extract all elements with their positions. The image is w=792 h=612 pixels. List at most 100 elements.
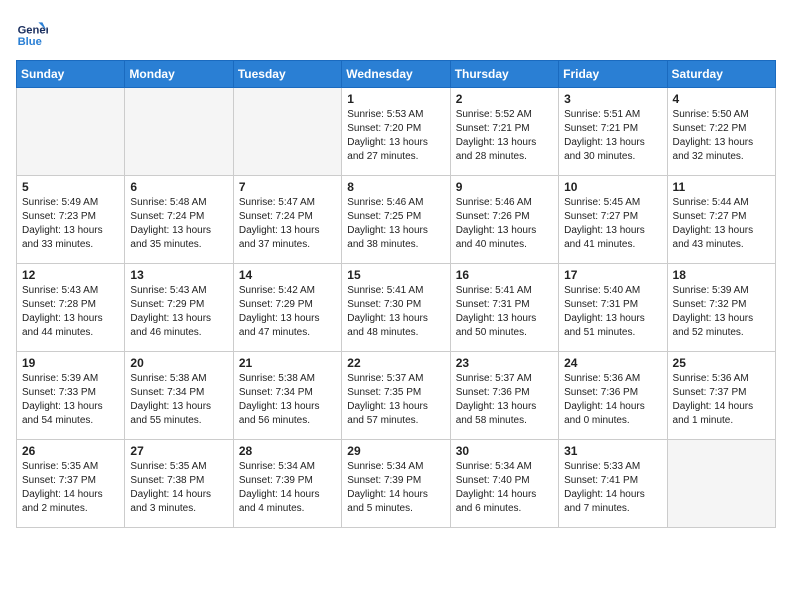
day-number: 5	[22, 180, 119, 194]
weekday-header-sunday: Sunday	[17, 61, 125, 88]
day-number: 10	[564, 180, 661, 194]
svg-text:Blue: Blue	[18, 36, 42, 48]
day-number: 23	[456, 356, 553, 370]
weekday-header-saturday: Saturday	[667, 61, 775, 88]
day-number: 26	[22, 444, 119, 458]
calendar-cell: 30Sunrise: 5:34 AM Sunset: 7:40 PM Dayli…	[450, 440, 558, 528]
day-number: 20	[130, 356, 227, 370]
day-number: 14	[239, 268, 336, 282]
day-number: 11	[673, 180, 770, 194]
day-number: 9	[456, 180, 553, 194]
day-number: 12	[22, 268, 119, 282]
calendar-week-row: 26 Sunrise: 5:35 AM Sunset: 7:37 PM Dayli…	[17, 440, 776, 528]
calendar-cell	[125, 88, 233, 176]
day-info: Sunrise: 5:38 AM Sunset: 7:34 PM Dayligh…	[239, 372, 336, 428]
calendar-cell: 2 Sunrise: 5:52 AM Sunset: 7:21 PM Daylig…	[450, 88, 558, 176]
day-info: Sunrise: 5:46 AM Sunset: 7:26 PM Dayligh…	[456, 196, 553, 252]
day-number: 15	[347, 268, 444, 282]
calendar-cell: 21 Sunrise: 5:38 AM Sunset: 7:34 PM Dayli…	[233, 352, 341, 440]
calendar-week-row: 5 Sunrise: 5:49 AM Sunset: 7:23 PM Daylig…	[17, 176, 776, 264]
day-info: Sunrise: 5:43 AM Sunset: 7:29 PM Dayligh…	[130, 284, 227, 340]
day-info: Sunrise: 5:44 AM Sunset: 7:27 PM Dayligh…	[673, 196, 770, 252]
calendar-cell: 14 Sunrise: 5:42 AM Sunset: 7:29 PM Dayli…	[233, 264, 341, 352]
weekday-header-tuesday: Tuesday	[233, 61, 341, 88]
calendar-cell: 26 Sunrise: 5:35 AM Sunset: 7:37 PM Dayli…	[17, 440, 125, 528]
calendar-cell: 12 Sunrise: 5:43 AM Sunset: 7:28 PM Dayli…	[17, 264, 125, 352]
calendar-cell: 4Sunrise: 5:50 AM Sunset: 7:22 PM Daylig…	[667, 88, 775, 176]
calendar-cell: 9 Sunrise: 5:46 AM Sunset: 7:26 PM Daylig…	[450, 176, 558, 264]
calendar-cell: 23 Sunrise: 5:37 AM Sunset: 7:36 PM Dayli…	[450, 352, 558, 440]
day-number: 18	[673, 268, 770, 282]
day-number: 2	[456, 92, 553, 106]
page-header: General Blue	[16, 16, 776, 48]
weekday-header-monday: Monday	[125, 61, 233, 88]
day-number: 1	[347, 92, 444, 106]
calendar-cell: 25 Sunrise: 5:36 AM Sunset: 7:37 PM Dayli…	[667, 352, 775, 440]
day-number: 19	[22, 356, 119, 370]
day-info: Sunrise: 5:47 AM Sunset: 7:24 PM Dayligh…	[239, 196, 336, 252]
calendar-cell: 8 Sunrise: 5:46 AM Sunset: 7:25 PM Daylig…	[342, 176, 450, 264]
day-number: 3	[564, 92, 661, 106]
calendar-cell: 18 Sunrise: 5:39 AM Sunset: 7:32 PM Dayli…	[667, 264, 775, 352]
day-info: Sunrise: 5:51 AM Sunset: 7:21 PM Dayligh…	[564, 108, 661, 164]
day-number: 22	[347, 356, 444, 370]
day-info: Sunrise: 5:52 AM Sunset: 7:21 PM Dayligh…	[456, 108, 553, 164]
calendar-cell: 11 Sunrise: 5:44 AM Sunset: 7:27 PM Dayli…	[667, 176, 775, 264]
day-number: 28	[239, 444, 336, 458]
calendar-cell	[667, 440, 775, 528]
day-info: Sunrise: 5:46 AM Sunset: 7:25 PM Dayligh…	[347, 196, 444, 252]
calendar-cell: 29Sunrise: 5:34 AM Sunset: 7:39 PM Dayli…	[342, 440, 450, 528]
calendar-cell: 27 Sunrise: 5:35 AM Sunset: 7:38 PM Dayli…	[125, 440, 233, 528]
day-info: Sunrise: 5:34 AM Sunset: 7:39 PM Dayligh…	[347, 460, 444, 516]
day-info: Sunrise: 5:39 AM Sunset: 7:32 PM Dayligh…	[673, 284, 770, 340]
calendar-cell: 19Sunrise: 5:39 AM Sunset: 7:33 PM Dayli…	[17, 352, 125, 440]
weekday-header-wednesday: Wednesday	[342, 61, 450, 88]
day-info: Sunrise: 5:34 AM Sunset: 7:39 PM Dayligh…	[239, 460, 336, 516]
calendar-cell: 17 Sunrise: 5:40 AM Sunset: 7:31 PM Dayli…	[559, 264, 667, 352]
weekday-header-row: SundayMondayTuesdayWednesdayThursdayFrid…	[17, 61, 776, 88]
calendar-cell: 22 Sunrise: 5:37 AM Sunset: 7:35 PM Dayli…	[342, 352, 450, 440]
calendar-cell: 15 Sunrise: 5:41 AM Sunset: 7:30 PM Dayli…	[342, 264, 450, 352]
day-number: 27	[130, 444, 227, 458]
day-info: Sunrise: 5:42 AM Sunset: 7:29 PM Dayligh…	[239, 284, 336, 340]
weekday-header-thursday: Thursday	[450, 61, 558, 88]
day-number: 16	[456, 268, 553, 282]
day-number: 8	[347, 180, 444, 194]
calendar-cell	[233, 88, 341, 176]
calendar-table: SundayMondayTuesdayWednesdayThursdayFrid…	[16, 60, 776, 528]
day-info: Sunrise: 5:40 AM Sunset: 7:31 PM Dayligh…	[564, 284, 661, 340]
logo: General Blue	[16, 16, 54, 48]
calendar-cell	[17, 88, 125, 176]
day-info: Sunrise: 5:41 AM Sunset: 7:31 PM Dayligh…	[456, 284, 553, 340]
day-number: 7	[239, 180, 336, 194]
weekday-header-friday: Friday	[559, 61, 667, 88]
calendar-week-row: 1 Sunrise: 5:53 AM Sunset: 7:20 PM Daylig…	[17, 88, 776, 176]
calendar-week-row: 19Sunrise: 5:39 AM Sunset: 7:33 PM Dayli…	[17, 352, 776, 440]
day-info: Sunrise: 5:36 AM Sunset: 7:36 PM Dayligh…	[564, 372, 661, 428]
day-info: Sunrise: 5:48 AM Sunset: 7:24 PM Dayligh…	[130, 196, 227, 252]
day-info: Sunrise: 5:49 AM Sunset: 7:23 PM Dayligh…	[22, 196, 119, 252]
day-info: Sunrise: 5:41 AM Sunset: 7:30 PM Dayligh…	[347, 284, 444, 340]
day-info: Sunrise: 5:37 AM Sunset: 7:35 PM Dayligh…	[347, 372, 444, 428]
day-number: 21	[239, 356, 336, 370]
day-info: Sunrise: 5:37 AM Sunset: 7:36 PM Dayligh…	[456, 372, 553, 428]
day-info: Sunrise: 5:53 AM Sunset: 7:20 PM Dayligh…	[347, 108, 444, 164]
day-number: 6	[130, 180, 227, 194]
day-info: Sunrise: 5:50 AM Sunset: 7:22 PM Dayligh…	[673, 108, 770, 164]
day-info: Sunrise: 5:35 AM Sunset: 7:37 PM Dayligh…	[22, 460, 119, 516]
calendar-cell: 28 Sunrise: 5:34 AM Sunset: 7:39 PM Dayli…	[233, 440, 341, 528]
calendar-cell: 3 Sunrise: 5:51 AM Sunset: 7:21 PM Daylig…	[559, 88, 667, 176]
day-number: 25	[673, 356, 770, 370]
day-number: 13	[130, 268, 227, 282]
calendar-cell: 6 Sunrise: 5:48 AM Sunset: 7:24 PM Daylig…	[125, 176, 233, 264]
calendar-cell: 13 Sunrise: 5:43 AM Sunset: 7:29 PM Dayli…	[125, 264, 233, 352]
logo-icon: General Blue	[16, 16, 48, 48]
day-number: 17	[564, 268, 661, 282]
day-number: 31	[564, 444, 661, 458]
day-info: Sunrise: 5:43 AM Sunset: 7:28 PM Dayligh…	[22, 284, 119, 340]
day-info: Sunrise: 5:35 AM Sunset: 7:38 PM Dayligh…	[130, 460, 227, 516]
day-info: Sunrise: 5:36 AM Sunset: 7:37 PM Dayligh…	[673, 372, 770, 428]
calendar-cell: 24 Sunrise: 5:36 AM Sunset: 7:36 PM Dayli…	[559, 352, 667, 440]
day-number: 24	[564, 356, 661, 370]
calendar-cell: 31Sunrise: 5:33 AM Sunset: 7:41 PM Dayli…	[559, 440, 667, 528]
